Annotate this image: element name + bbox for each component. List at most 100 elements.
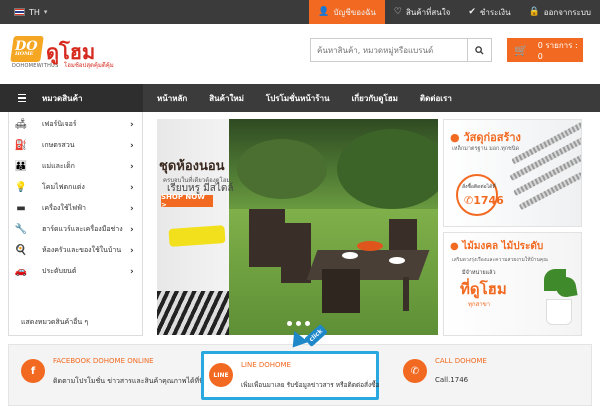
sidebar-item-label: ฮาร์ดแวร์และเครื่องมือช่าง: [42, 225, 123, 233]
nav-about[interactable]: เกี่ยวกับดูโฮม: [352, 92, 398, 105]
language-selector[interactable]: TH ▾: [14, 5, 47, 19]
dohome-logo[interactable]: DO HOME DOHOMEWITHUS ดูโฮม โฮมช้อปสุดคุ้ม…: [10, 36, 122, 70]
search-icon: [475, 45, 484, 55]
slider-dot[interactable]: [287, 321, 292, 326]
thai-flag-icon: [14, 8, 25, 16]
logo-badge-text: DO HOME: [15, 39, 38, 57]
checkout-link[interactable]: ✔ ชำระเงิน: [459, 0, 519, 24]
logout-icon: 🔒: [528, 7, 540, 17]
logout-link[interactable]: 🔒 ออกจากระบบ: [520, 0, 600, 24]
wishlist-label: สินค้าที่สนใจ: [405, 7, 451, 17]
sidebar-item-garden[interactable]: ⛽ เกษตรสวน ›: [9, 135, 142, 156]
car-icon: 🚗: [14, 266, 28, 277]
lamp-icon: 💡: [14, 182, 28, 193]
line-contact[interactable]: LINE LINE DOHOME เพิ่มเพื่อนมาเลย รับข้อ…: [209, 359, 380, 401]
nav-store-promotions[interactable]: โปรโมชั่นหน้าร้าน: [266, 92, 330, 105]
contact-title: CALL DOHOME: [435, 357, 487, 365]
top-utility-bar: TH ▾ 👤 บัญชีของฉัน ♡ สินค้าที่สนใจ ✔ ชำร…: [0, 0, 600, 24]
have-label: มีจำหน่ายแล้ว: [462, 270, 496, 276]
heart-icon: ♡: [393, 7, 402, 17]
show-more-categories-link[interactable]: แสดงหมวดสินค้าอื่น ๆ: [21, 317, 88, 328]
user-icon: 👤: [318, 7, 330, 17]
contact-title: LINE DOHOME: [241, 361, 291, 369]
contact-text: Call.1746: [435, 376, 469, 384]
sidebar-item-hardware[interactable]: 🔧 ฮาร์ดแวร์และเครื่องมือช่าง ›: [9, 219, 142, 240]
cart-button[interactable]: 🛒 0 รายการ : 0: [507, 38, 583, 62]
slider-dot[interactable]: [296, 321, 301, 326]
contact-title: FACEBOOK DOHOME ONLINE: [53, 357, 154, 365]
contact-text: เพิ่มเพื่อนมาเลย รับข้อมูลข่าวสาร หรือติ…: [241, 381, 380, 389]
chevron-right-icon: ›: [130, 140, 134, 151]
line-contact-highlight[interactable]: LINE LINE DOHOME เพิ่มเพื่อนมาเลย รับข้อ…: [201, 351, 380, 401]
slider-dots: [287, 321, 310, 326]
site-header: DO HOME DOHOMEWITHUS ดูโฮม โฮมช้อปสุดคุ้ม…: [0, 24, 600, 80]
hero-tree: [237, 139, 327, 199]
sidebar-item-label: ประดับยนต์: [42, 267, 77, 275]
facebook-icon: f: [21, 359, 45, 383]
sidebar-item-label: โคมไฟตกแต่ง: [42, 183, 85, 191]
account-links: 👤 บัญชีของฉัน ♡ สินค้าที่สนใจ ✔ ชำระเงิน…: [309, 0, 600, 24]
mother-baby-icon: 👪: [14, 161, 28, 172]
logout-label: ออกจากระบบ: [543, 7, 591, 17]
construction-materials-banner[interactable]: ● วัสดุก่อสร้าง เหล็กมาตรฐาน มอก.ทุกชนิด…: [443, 119, 582, 227]
chevron-right-icon: ›: [130, 161, 134, 172]
sidebar-item-mother-baby[interactable]: 👪 แม่และเด็ก ›: [9, 156, 142, 177]
phone-icon: ✆: [403, 359, 427, 383]
sidebar-item-label: เกษตรสวน: [42, 141, 75, 149]
banner-subtitle: เหล็กมาตรฐาน มอก.ทุกชนิด: [452, 146, 520, 152]
kitchen-icon: 🍳: [14, 245, 28, 256]
hero-plate: [389, 257, 405, 264]
category-sidebar: 🛋 เฟอร์นิเจอร์ › ⛽ เกษตรสวน › 👪 แม่และเด…: [8, 112, 143, 336]
ornamental-plants-banner[interactable]: ● ไม้มงคล ไม้ประดับ เสริมดวงรุ่งเรืองและ…: [443, 232, 582, 336]
nav-contact[interactable]: ติดต่อเรา: [420, 92, 452, 105]
search-button[interactable]: [467, 39, 491, 61]
hero-fruit-bowl: [357, 241, 383, 251]
my-account-link[interactable]: 👤 บัญชีของฉัน: [309, 0, 385, 24]
category-menu-toggle[interactable]: หมวดสินค้า: [0, 84, 143, 112]
chevron-right-icon: ›: [130, 119, 134, 130]
chevron-right-icon: ›: [130, 245, 134, 256]
sidebar-item-automotive[interactable]: 🚗 ประดับยนต์ ›: [9, 261, 142, 282]
my-account-label: บัญชีของฉัน: [333, 7, 376, 17]
main-nav: หมวดสินค้า หน้าหลัก สินค้าใหม่ โปรโมชั่น…: [0, 84, 600, 112]
slider-dot[interactable]: [305, 321, 310, 326]
hero-title: ชุดห้องนอน: [159, 159, 225, 174]
nav-home[interactable]: หน้าหลัก: [157, 92, 187, 105]
search-bar: [310, 38, 492, 62]
hamburger-icon: [18, 93, 26, 103]
sidebar-item-label: เฟอร์นิเจอร์: [42, 120, 77, 128]
category-menu-label: หมวดสินค้า: [42, 93, 83, 103]
banner-title: ● ไม้มงคล ไม้ประดับ: [450, 241, 544, 252]
store-highlight: ที่ดูโฮม: [460, 280, 507, 298]
hero-chair: [322, 269, 360, 313]
sidebar-item-label: เครื่องใช้ไฟฟ้า: [42, 204, 86, 212]
wishlist-link[interactable]: ♡ สินค้าที่สนใจ: [385, 0, 460, 24]
check-icon: ✔: [468, 7, 476, 17]
branches-label: ทุกสาขา: [468, 301, 491, 308]
call-contact[interactable]: ✆ CALL DOHOME Call.1746: [403, 355, 583, 397]
sidebar-item-lighting[interactable]: 💡 โคมไฟตกแต่ง ›: [9, 177, 142, 198]
banner-title: ● วัสดุก่อสร้าง: [450, 131, 521, 144]
sidebar-item-kitchen[interactable]: 🍳 ห้องครัวและของใช้ในบ้าน ›: [9, 240, 142, 261]
nav-new-products[interactable]: สินค้าใหม่: [209, 92, 244, 105]
hero-chair: [281, 223, 311, 283]
hero-striped-blanket: [157, 291, 229, 335]
hero-plate: [342, 252, 358, 259]
cart-summary: 0 รายการ : 0: [537, 41, 578, 61]
order-label: สั่งซื้อติดต่อได้ที่: [462, 184, 496, 190]
chevron-right-icon: ›: [130, 224, 134, 235]
chevron-right-icon: ›: [130, 266, 134, 277]
sidebar-item-furniture[interactable]: 🛋 เฟอร์นิเจอร์ ›: [9, 114, 142, 135]
appliance-icon: ▬: [16, 203, 26, 214]
hero-slider[interactable]: ชุดห้องนอน ครบจบในที่เดียวต้องดูโฮม เรีย…: [157, 119, 438, 335]
hero-chair: [249, 209, 285, 267]
sidebar-item-label: ห้องครัวและของใช้ในบ้าน: [42, 246, 122, 254]
facebook-contact[interactable]: f FACEBOOK DOHOME ONLINE ติดตามโปรโมชั่น…: [21, 355, 204, 397]
search-input[interactable]: [311, 39, 467, 61]
chevron-right-icon: ›: [130, 182, 134, 193]
watering-can-icon: ⛽: [14, 140, 28, 151]
language-code: TH: [29, 7, 40, 17]
shop-now-button[interactable]: SHOP NOW >: [161, 193, 213, 209]
sidebar-item-appliances[interactable]: ▬ เครื่องใช้ไฟฟ้า ›: [9, 198, 142, 219]
plant-pot: [546, 299, 572, 325]
